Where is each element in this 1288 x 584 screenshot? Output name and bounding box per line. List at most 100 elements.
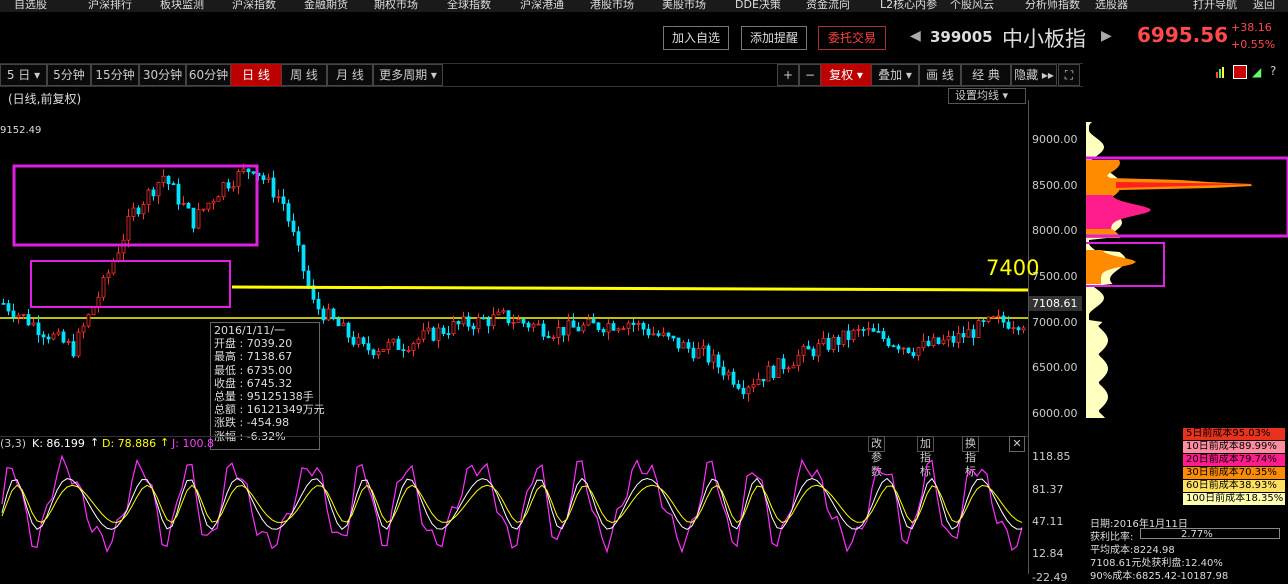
- candle: [541, 320, 546, 341]
- candle: [406, 346, 411, 353]
- candle: [311, 279, 316, 304]
- price-tick: 6500.00: [1032, 361, 1078, 374]
- menu-item[interactable]: 港股市场: [590, 0, 634, 12]
- menu-item[interactable]: 美股市场: [662, 0, 706, 12]
- period-tab[interactable]: 周 线: [281, 64, 327, 86]
- help-icon[interactable]: ?: [1270, 64, 1284, 78]
- toolbar-button[interactable]: 画 线: [919, 64, 961, 86]
- menu-item[interactable]: 全球指数: [447, 0, 491, 12]
- indicator-tick: 12.84: [1032, 547, 1064, 560]
- toolbar-button[interactable]: 复权 ▾: [821, 64, 871, 86]
- candle: [31, 318, 36, 327]
- candle: [821, 330, 826, 346]
- indicator-button[interactable]: 加指标: [917, 436, 934, 478]
- kdj-indicator-chart[interactable]: [0, 452, 1028, 579]
- menu-item[interactable]: 期权市场: [374, 0, 418, 12]
- candle: [481, 314, 486, 320]
- indicator-tick: -22.49: [1032, 571, 1068, 584]
- next-stock-arrow-icon[interactable]: ▶: [1101, 28, 1112, 44]
- period-tab[interactable]: 30分钟: [139, 64, 186, 86]
- candle: [426, 321, 431, 335]
- menu-item[interactable]: DDE决策: [735, 0, 781, 12]
- candle: [106, 269, 111, 285]
- toolbar-button[interactable]: 隐藏 ▸▸: [1011, 64, 1057, 86]
- kdj-k-value: K: 86.199: [32, 437, 85, 450]
- candle: [811, 346, 816, 361]
- candle: [726, 369, 731, 381]
- candle: [211, 198, 216, 210]
- price-change-pct: +0.55%: [1231, 38, 1276, 51]
- menu-item[interactable]: 沪深指数: [232, 0, 276, 12]
- candle: [761, 378, 766, 388]
- candle: [166, 175, 171, 191]
- candle: [101, 274, 106, 301]
- candle: [501, 307, 506, 315]
- d-up-arrow-icon: ↑: [160, 436, 170, 449]
- candle: [681, 339, 686, 349]
- candle: [11, 303, 16, 323]
- candlestick-chart[interactable]: [0, 100, 1028, 430]
- period-tab[interactable]: 60分钟: [186, 64, 231, 86]
- menu-item[interactable]: 分析师指数: [1025, 0, 1080, 12]
- candle: [171, 181, 176, 186]
- period-tab[interactable]: 5 日 ▾: [0, 64, 47, 86]
- menu-item[interactable]: L2核心内参: [880, 0, 937, 12]
- menu-item[interactable]: 板块监测: [160, 0, 204, 12]
- candle: [581, 321, 586, 334]
- add-watchlist-button[interactable]: 加入自选: [663, 26, 729, 50]
- menu-item[interactable]: 打开导航: [1193, 0, 1237, 12]
- candle: [321, 305, 326, 324]
- candle: [121, 233, 126, 260]
- candle: [6, 299, 11, 316]
- period-tab[interactable]: 日 线: [231, 64, 281, 86]
- tooltip-row: 最低 : 6735.00: [214, 363, 293, 377]
- candle: [791, 361, 796, 369]
- period-tab[interactable]: 更多周期 ▾: [373, 64, 443, 86]
- indicator-button[interactable]: 改参数: [868, 436, 885, 478]
- menu-item[interactable]: 沪深港通: [520, 0, 564, 12]
- candle: [376, 348, 381, 359]
- candle: [841, 330, 846, 348]
- menu-item[interactable]: 自选股: [14, 0, 47, 12]
- candle: [661, 327, 666, 338]
- candle: [276, 189, 281, 203]
- add-alert-button[interactable]: 添加提醒: [741, 26, 807, 50]
- indicator-button[interactable]: 换指标: [962, 436, 979, 478]
- candle: [146, 187, 151, 213]
- toolbar-button[interactable]: 叠加 ▾: [871, 64, 919, 86]
- chip-active-icon[interactable]: [1233, 65, 1247, 79]
- fullscreen-icon[interactable]: ⛶: [1058, 64, 1080, 86]
- price-change: +38.16: [1231, 21, 1272, 34]
- toolbar-button[interactable]: +: [777, 64, 799, 86]
- cost-90-range: 90%成本:6825.42-10187.98: [1090, 571, 1229, 582]
- candle: [641, 321, 646, 336]
- candle: [651, 326, 656, 336]
- menu-item[interactable]: 选股器: [1095, 0, 1128, 12]
- chip-distribution-icon[interactable]: [1215, 66, 1227, 78]
- candle: [1016, 326, 1021, 335]
- period-tab[interactable]: 5分钟: [47, 64, 91, 86]
- candle: [1001, 311, 1006, 328]
- candle: [261, 172, 266, 185]
- candle: [776, 358, 781, 378]
- prev-stock-arrow-icon[interactable]: ◀: [910, 28, 921, 44]
- period-tab[interactable]: 15分钟: [91, 64, 139, 86]
- menu-item[interactable]: 资金流向: [806, 0, 850, 12]
- period-tab[interactable]: 月 线: [327, 64, 373, 86]
- candle: [461, 311, 466, 327]
- candle: [546, 331, 551, 339]
- axis-divider: [1028, 100, 1029, 574]
- candle: [576, 322, 581, 332]
- menu-item[interactable]: 金融期货: [304, 0, 348, 12]
- toolbar-button[interactable]: −: [799, 64, 821, 86]
- trade-button[interactable]: 委托交易: [818, 26, 886, 50]
- toolbar-button[interactable]: 经 典: [961, 64, 1011, 86]
- close-indicator-icon[interactable]: ✕: [1009, 436, 1025, 452]
- candle: [831, 334, 836, 353]
- candle: [836, 334, 841, 353]
- menu-item[interactable]: 沪深排行: [88, 0, 132, 12]
- candle: [691, 341, 696, 362]
- menu-item[interactable]: 个股风云: [950, 0, 994, 12]
- draw-icon[interactable]: ◢: [1252, 65, 1264, 79]
- menu-item[interactable]: 返回: [1253, 0, 1275, 12]
